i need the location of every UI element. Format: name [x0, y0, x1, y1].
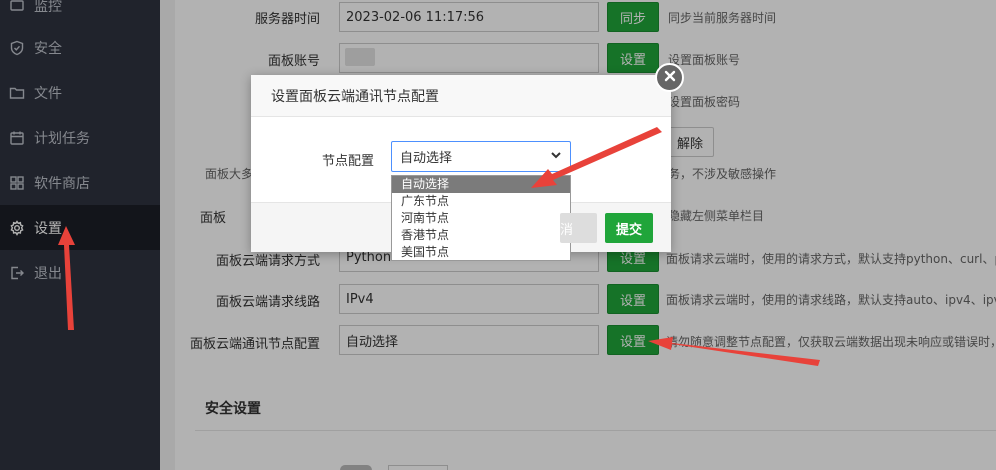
arrow-to-settings: [58, 226, 75, 330]
annotation-arrows: [58, 127, 820, 366]
arrow-to-dropdown: [531, 127, 662, 188]
arrow-to-set-button: [648, 337, 820, 366]
